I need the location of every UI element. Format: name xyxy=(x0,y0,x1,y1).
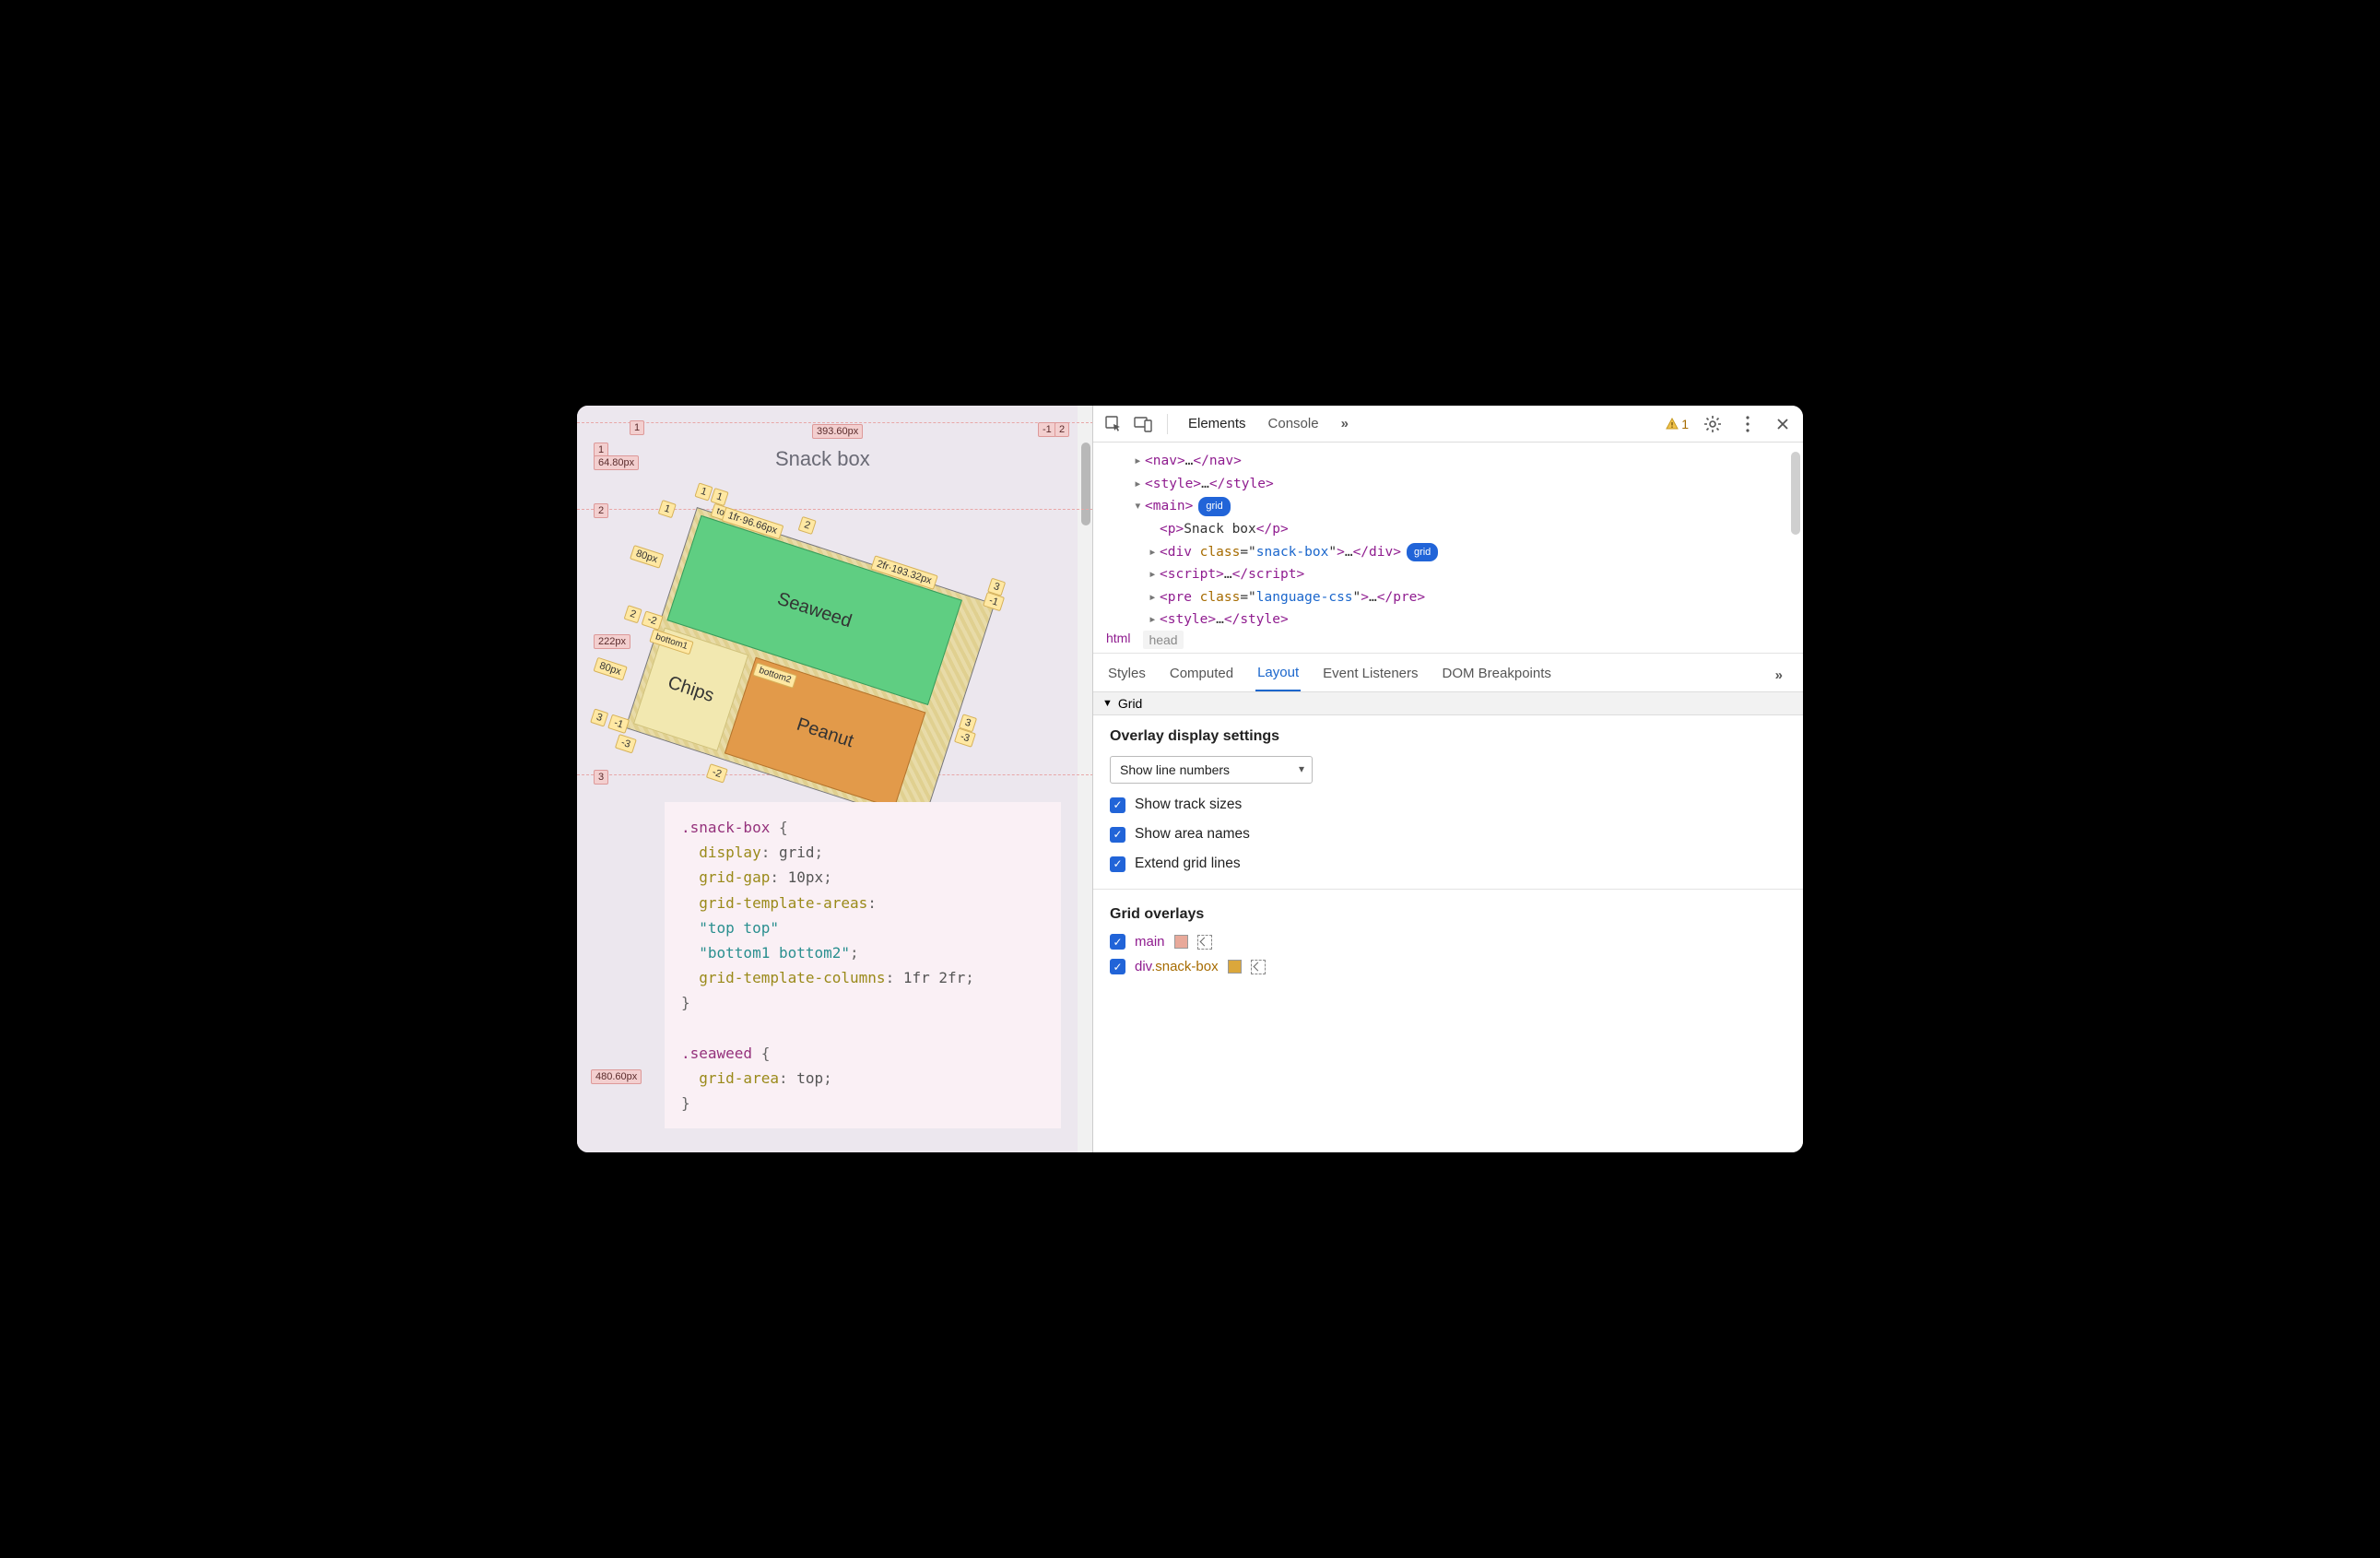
grid-line-number: 3 xyxy=(590,708,608,726)
checkbox-label: Show area names xyxy=(1135,826,1250,843)
dom-scrollbar-thumb[interactable] xyxy=(1791,452,1800,535)
overlay-settings-heading: Overlay display settings xyxy=(1110,728,1786,745)
scrollbar-thumb[interactable] xyxy=(1081,443,1090,525)
subtab-layout[interactable]: Layout xyxy=(1255,659,1301,691)
close-icon[interactable] xyxy=(1772,413,1794,435)
css-code-snippet: .snack-box { display: grid; grid-gap: 10… xyxy=(665,802,1061,1128)
grid-line-number: 1 xyxy=(711,488,729,506)
grid-size-label: 80px xyxy=(594,657,628,681)
grid-line-number: 3 xyxy=(594,770,608,785)
grid-line-number: -1 xyxy=(607,714,630,734)
subtab-styles[interactable]: Styles xyxy=(1106,660,1148,690)
grid-line-number: 2 xyxy=(594,503,608,518)
grid-line-number: -1 xyxy=(1038,422,1056,437)
grid-extension-line xyxy=(577,509,1093,510)
overlay-label-main: main xyxy=(1135,934,1165,950)
device-toggle-icon[interactable] xyxy=(1132,413,1154,435)
reveal-icon[interactable] xyxy=(1197,935,1212,950)
grid-line-number: 2 xyxy=(624,605,642,623)
devtools-toolbar: Elements Console » 1 xyxy=(1093,406,1803,443)
grid-line-number: -2 xyxy=(706,763,728,783)
layout-panel: Overlay display settings Show line numbe… xyxy=(1093,715,1803,1002)
viewport-scrollbar[interactable] xyxy=(1078,406,1092,1152)
grid-size-label: 64.80px xyxy=(594,455,639,470)
checkbox-label: Show track sizes xyxy=(1135,797,1242,813)
breadcrumb-item[interactable]: html xyxy=(1106,631,1130,649)
breadcrumb: html head xyxy=(1093,627,1803,654)
grid-size-label: 222px xyxy=(594,634,630,649)
grid-size-label: 480.60px xyxy=(591,1069,642,1084)
checkbox-overlay-main[interactable]: ✓ xyxy=(1110,934,1125,950)
devtools-pane: Elements Console » 1 ▸<n xyxy=(1093,406,1803,1152)
chevron-down-icon: ▼ xyxy=(1102,698,1113,709)
subtab-computed[interactable]: Computed xyxy=(1168,660,1235,690)
grid-badge[interactable]: grid xyxy=(1407,543,1438,562)
subtabs-overflow-icon[interactable]: » xyxy=(1775,667,1790,683)
grid-size-label: 80px xyxy=(630,545,664,569)
line-numbers-select[interactable]: Show line numbers xyxy=(1110,756,1313,784)
gear-icon[interactable] xyxy=(1702,413,1724,435)
grid-badge[interactable]: grid xyxy=(1198,497,1230,516)
breadcrumb-item[interactable]: head xyxy=(1143,631,1183,649)
tab-console[interactable]: Console xyxy=(1261,412,1326,435)
checkbox-area-names[interactable]: ✓ xyxy=(1110,827,1125,843)
reveal-icon[interactable] xyxy=(1251,960,1266,974)
overlay-label-snack-box: div.snack-box xyxy=(1135,959,1219,974)
subtab-event-listeners[interactable]: Event Listeners xyxy=(1321,660,1420,690)
grid-line-number: 1 xyxy=(630,420,644,435)
checkbox-overlay-snack-box[interactable]: ✓ xyxy=(1110,959,1125,974)
color-swatch[interactable] xyxy=(1174,935,1188,949)
grid-line-number: 1 xyxy=(658,500,677,518)
page-viewport: 1 1 64.80px 393.60px -1 2 2 222px 3 480.… xyxy=(577,406,1093,1152)
grid-extension-line xyxy=(577,422,1093,423)
grid-overlays-heading: Grid overlays xyxy=(1110,906,1786,923)
grid-section-header[interactable]: ▼ Grid xyxy=(1093,692,1803,715)
dom-tree[interactable]: ▸<nav>…</nav> ▸<style>…</style> ▾<main>g… xyxy=(1093,443,1803,627)
tab-elements[interactable]: Elements xyxy=(1181,412,1254,435)
snack-box-grid: Seaweed Chips Peanut 1 1 top 1fr·96.66px… xyxy=(625,507,995,825)
checkbox-extend-lines[interactable]: ✓ xyxy=(1110,856,1125,872)
grid-line-number: 2 xyxy=(798,516,817,535)
page-heading: Snack box xyxy=(775,447,870,471)
checkbox-label: Extend grid lines xyxy=(1135,856,1241,872)
styles-subtabs: Styles Computed Layout Event Listeners D… xyxy=(1093,654,1803,692)
subtab-dom-breakpoints[interactable]: DOM Breakpoints xyxy=(1441,660,1553,690)
grid-line-number: -3 xyxy=(615,734,637,753)
kebab-menu-icon[interactable] xyxy=(1737,413,1759,435)
grid-size-label: 393.60px xyxy=(812,424,863,439)
color-swatch[interactable] xyxy=(1228,960,1242,974)
grid-line-number: 2 xyxy=(1055,422,1069,437)
issues-badge[interactable]: 1 xyxy=(1666,417,1689,431)
inspect-icon[interactable] xyxy=(1102,413,1125,435)
tabs-overflow-icon[interactable]: » xyxy=(1334,412,1356,435)
devtools-window: 1 1 64.80px 393.60px -1 2 2 222px 3 480.… xyxy=(577,406,1803,1152)
checkbox-track-sizes[interactable]: ✓ xyxy=(1110,797,1125,813)
